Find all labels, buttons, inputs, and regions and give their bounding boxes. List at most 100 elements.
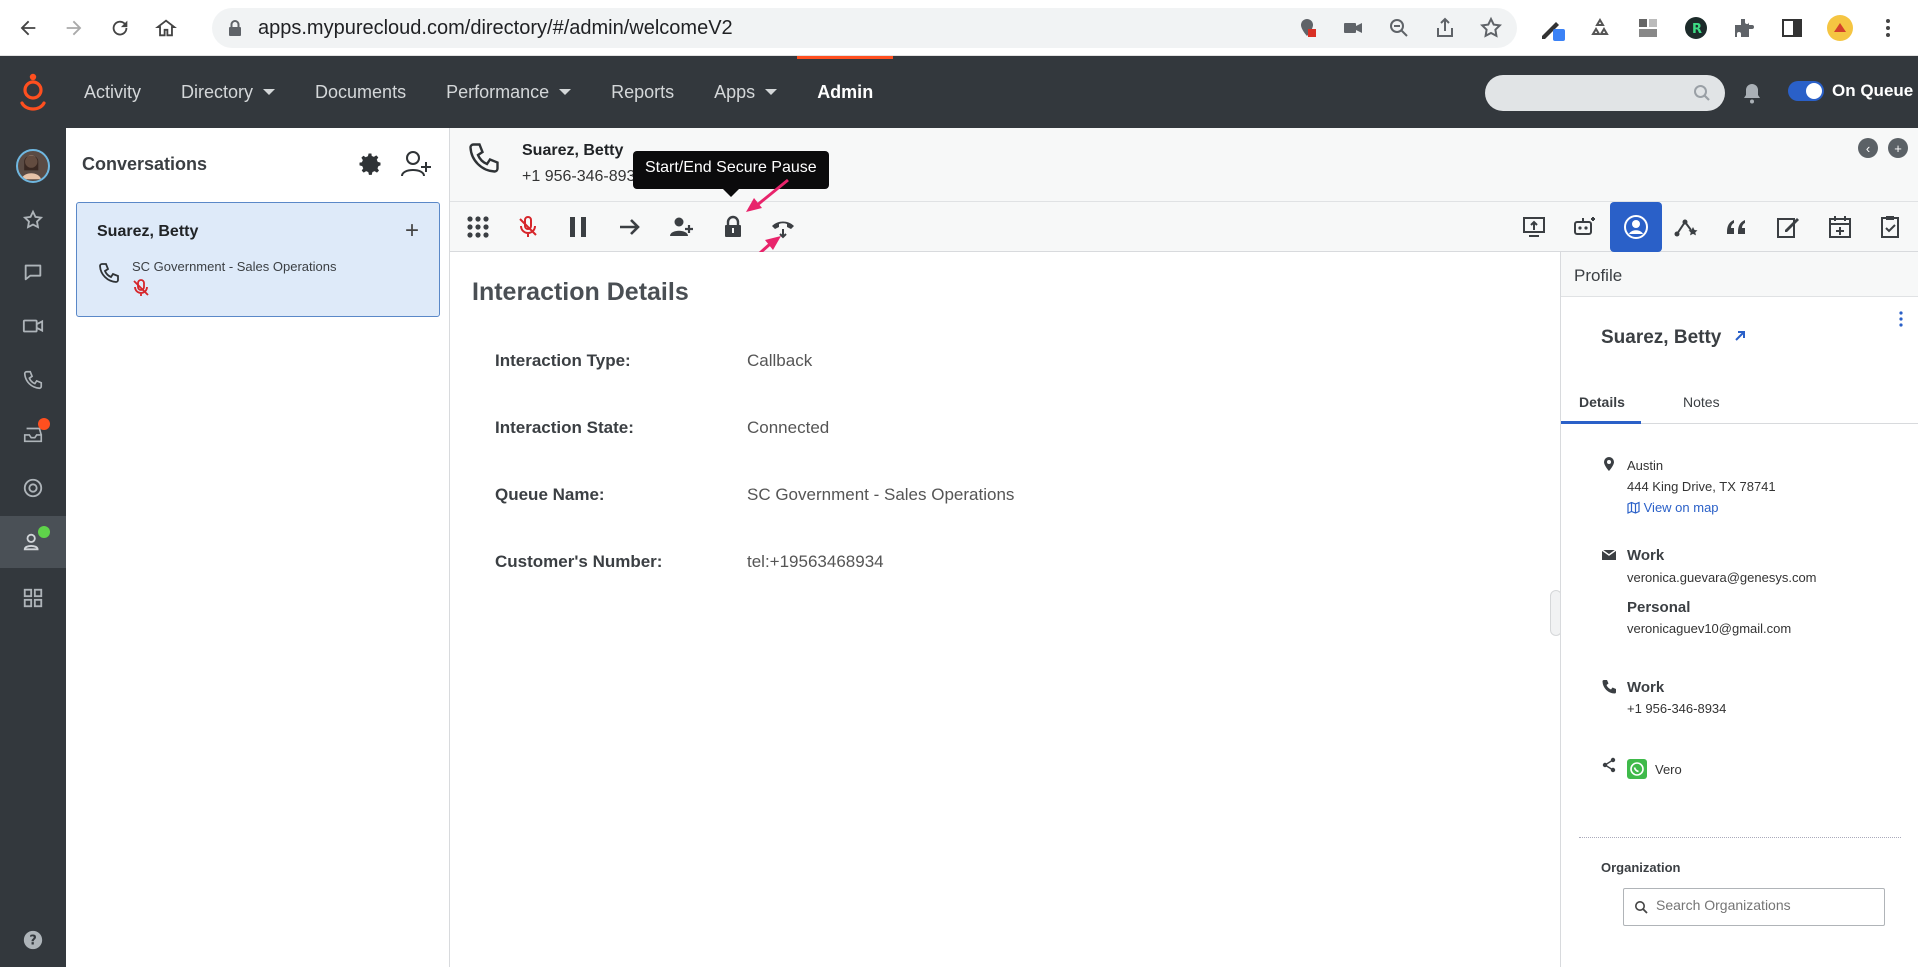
phone-value[interactable]: +1 956-346-8934 [1627, 701, 1726, 716]
rail-help[interactable]: ? [0, 914, 66, 966]
rail-apps[interactable] [0, 572, 66, 624]
genesys-logo[interactable] [16, 73, 50, 113]
rail-performance[interactable] [0, 462, 66, 514]
pause-icon [570, 217, 586, 237]
clipboard-button[interactable] [1875, 211, 1907, 243]
tab-details[interactable]: Details [1579, 394, 1625, 410]
chevron-down-icon [559, 89, 572, 95]
home-icon[interactable] [148, 10, 184, 46]
email-work-value[interactable]: veronica.guevara@genesys.com [1627, 570, 1817, 585]
wrapup-notes-button[interactable] [1772, 211, 1804, 243]
scripts-button[interactable] [1721, 211, 1753, 243]
add-user-icon[interactable] [400, 148, 432, 180]
back-icon[interactable] [10, 10, 46, 46]
zoom-out-icon[interactable] [1387, 16, 1411, 40]
avatar [16, 149, 50, 183]
pen-extension-icon[interactable] [1538, 14, 1566, 42]
rail-avatar[interactable] [0, 140, 66, 192]
recycle-extension-icon[interactable] [1586, 14, 1614, 42]
nav-performance[interactable]: Performance [426, 56, 591, 128]
conversations-title: Conversations [82, 154, 208, 174]
side-panel-icon[interactable] [1778, 14, 1806, 42]
dialpad-button[interactable] [462, 211, 494, 243]
rail-agent[interactable] [0, 516, 66, 568]
rail-favorites[interactable] [0, 194, 66, 246]
email-icon [1601, 549, 1617, 560]
more-vert-icon[interactable] [1874, 14, 1902, 42]
star-icon [22, 209, 44, 229]
conversation-contact-name: Suarez, Betty [97, 223, 199, 240]
mute-button[interactable] [512, 211, 544, 243]
nav-reports[interactable]: Reports [591, 56, 694, 128]
address-bar[interactable]: apps.mypurecloud.com/directory/#/admin/w… [212, 8, 1517, 48]
video-icon [22, 319, 44, 333]
notifications-bell-icon[interactable] [1742, 82, 1762, 104]
profile-tab-button[interactable] [1610, 202, 1662, 252]
bookmark-star-icon[interactable] [1479, 16, 1503, 40]
email-type-work: Work [1627, 547, 1665, 564]
screen-share-button[interactable] [1518, 211, 1550, 243]
schedule-callback-button[interactable] [1824, 211, 1856, 243]
profile-avatar-icon[interactable] [1826, 14, 1854, 42]
nav-documents[interactable]: Documents [295, 56, 426, 128]
share-icon[interactable] [1433, 16, 1457, 40]
interaction-details-heading: Interaction Details [472, 278, 689, 306]
on-queue-toggle[interactable] [1788, 81, 1824, 101]
global-search-input[interactable] [1485, 75, 1725, 111]
call-toolbar [450, 202, 1918, 252]
hold-button[interactable] [562, 211, 594, 243]
nav-apps[interactable]: Apps [694, 56, 797, 128]
detail-label: Customer's Number: [495, 552, 663, 571]
profile-name[interactable]: Suarez, Betty [1601, 327, 1747, 349]
reload-icon[interactable] [102, 10, 138, 46]
tab-notes[interactable]: Notes [1683, 394, 1720, 410]
detail-value: Connected [747, 418, 830, 437]
mute-icon [133, 279, 149, 296]
apps-grid-icon [23, 588, 43, 608]
section-divider [1579, 837, 1901, 838]
previous-icon[interactable]: ‹ [1858, 138, 1878, 158]
grid-extension-icon[interactable] [1634, 14, 1662, 42]
add-panel-icon[interactable]: + [1888, 138, 1908, 158]
phone-type: Work [1627, 679, 1665, 696]
gear-icon[interactable] [356, 150, 384, 178]
chat-icon [24, 264, 42, 281]
extension-icons: R [1538, 14, 1902, 42]
camera-icon[interactable] [1341, 16, 1365, 40]
annotation-arrow-icon [746, 178, 789, 212]
phone-icon [23, 370, 43, 390]
rail-phone[interactable] [0, 354, 66, 406]
email-personal-value[interactable]: veronicaguev10@gmail.com [1627, 621, 1791, 636]
nav-directory[interactable]: Directory [161, 56, 295, 128]
agent-assist-button[interactable] [1568, 211, 1600, 243]
help-icon: ? [23, 930, 43, 950]
puzzle-icon[interactable] [1730, 14, 1758, 42]
external-link-icon[interactable] [1733, 329, 1747, 343]
calendar-add-icon [1829, 216, 1851, 238]
url-text[interactable]: apps.mypurecloud.com/directory/#/admin/w… [258, 17, 733, 40]
profile-panel: Profile Suarez, Betty Details Notes Aust… [1560, 252, 1918, 967]
left-rail: ? [0, 128, 66, 967]
app-top-nav: Activity Directory Documents Performance… [0, 56, 1918, 128]
map-icon [1627, 501, 1640, 514]
transfer-button[interactable] [614, 211, 646, 243]
location-blocked-icon[interactable] [1295, 16, 1319, 40]
journey-button[interactable] [1670, 211, 1702, 243]
nav-admin[interactable]: Admin [797, 56, 894, 128]
organization-search[interactable] [1623, 888, 1885, 926]
view-on-map-link[interactable]: View on map [1627, 500, 1719, 515]
rail-inbox[interactable] [0, 408, 66, 460]
social-handle[interactable]: Vero [1655, 762, 1682, 777]
organization-search-input[interactable] [1656, 897, 1876, 913]
add-participant-icon[interactable]: + [405, 217, 419, 245]
conversation-card[interactable]: Suarez, Betty + SC Government - Sales Op… [76, 202, 440, 317]
forward-icon[interactable] [56, 10, 92, 46]
profile-title: Profile [1561, 252, 1918, 297]
add-consult-button[interactable] [665, 211, 697, 243]
nav-activity[interactable]: Activity [64, 56, 161, 128]
rail-chat[interactable] [0, 246, 66, 298]
more-vert-icon[interactable] [1898, 310, 1904, 328]
rail-video[interactable] [0, 300, 66, 352]
detail-label: Interaction Type: [495, 351, 631, 370]
r-extension-icon[interactable]: R [1682, 14, 1710, 42]
